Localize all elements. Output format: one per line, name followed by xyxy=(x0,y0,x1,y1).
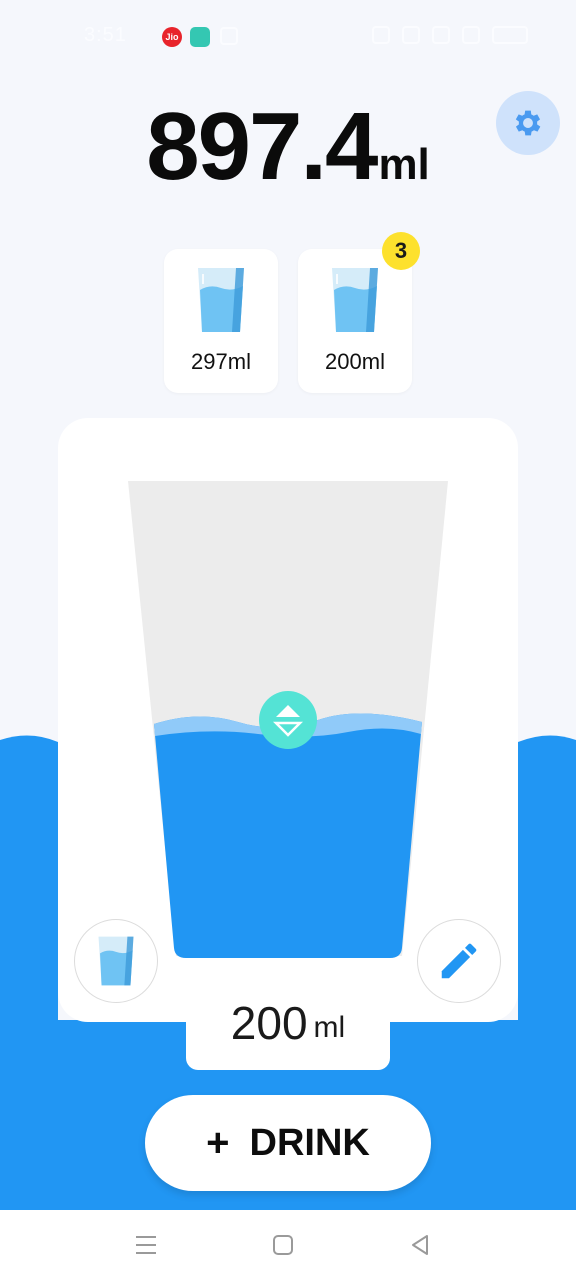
selected-amount-unit: ml xyxy=(313,1011,346,1044)
pencil-icon xyxy=(441,943,477,979)
nav-back-button[interactable] xyxy=(405,1230,435,1260)
cup-type-button[interactable] xyxy=(74,919,158,1003)
selected-amount-value: 200 xyxy=(230,997,308,1049)
daily-total-unit: ml xyxy=(378,140,430,189)
nav-menu-button[interactable] xyxy=(131,1230,161,1260)
gallery-icon xyxy=(220,27,238,45)
wifi-icon xyxy=(432,26,450,44)
cup-preset-200[interactable]: 200ml xyxy=(298,249,412,393)
level-adjust-handle[interactable] xyxy=(259,691,317,749)
cup-preset-297[interactable]: 297ml xyxy=(164,249,278,393)
water-glass-icon xyxy=(198,268,244,332)
up-down-arrows-icon xyxy=(273,705,303,737)
alarm-icon xyxy=(372,26,390,44)
signal-icon xyxy=(462,26,480,44)
drink-button[interactable]: + DRINK xyxy=(145,1095,431,1191)
back-triangle-icon xyxy=(412,1235,428,1255)
daily-total-value: 897.4 xyxy=(146,93,378,200)
cup-preset-label: 200ml xyxy=(325,349,385,374)
cup-count-badge: 3 xyxy=(382,232,420,270)
menu-icon xyxy=(136,1236,156,1254)
settings-button[interactable] xyxy=(496,91,560,155)
daily-total: 897.4ml xyxy=(0,92,576,202)
status-bar: 3:51 Jio xyxy=(0,0,576,76)
drink-button-label: DRINK xyxy=(249,1121,370,1164)
nav-home-button[interactable] xyxy=(268,1230,298,1260)
jio-icon: Jio xyxy=(162,27,182,47)
mute-icon xyxy=(402,26,420,44)
edit-amount-button[interactable] xyxy=(417,919,501,1003)
status-icons xyxy=(372,26,528,44)
battery-icon xyxy=(492,26,528,44)
status-time: 3:51 xyxy=(84,24,127,46)
settings-gear-icon xyxy=(515,110,541,136)
water-glass-icon xyxy=(98,936,134,986)
cup-preset-label: 297ml xyxy=(191,349,251,374)
plus-icon: + xyxy=(206,1120,230,1165)
home-square-icon xyxy=(273,1235,293,1255)
navigation-bar xyxy=(0,1210,576,1280)
chat-app-icon xyxy=(190,27,210,47)
selected-amount[interactable]: 200 ml xyxy=(186,996,390,1070)
water-glass-icon xyxy=(332,268,378,332)
